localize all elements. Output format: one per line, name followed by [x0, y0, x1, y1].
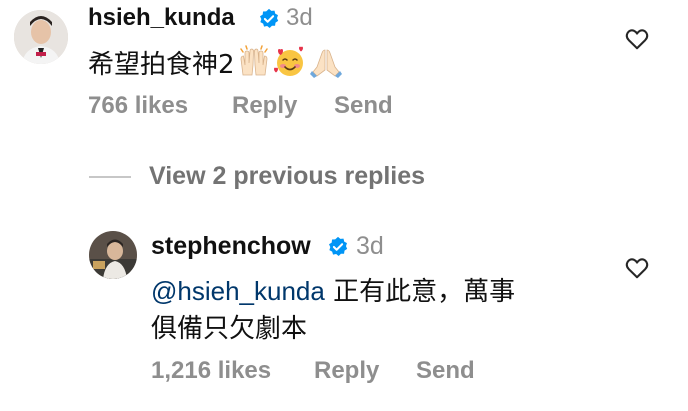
reply-likes-count[interactable]: 1,216 likes	[151, 357, 271, 385]
reply-mention-link[interactable]: @hsieh_kunda	[151, 276, 325, 306]
reply-username[interactable]: stephenchow	[151, 232, 311, 261]
reply-like-heart-icon[interactable]	[624, 255, 650, 281]
reply-text-content: 正有此意，萬事	[324, 277, 516, 307]
comment-text: 希望拍食神2	[88, 44, 343, 81]
view-previous-replies-button[interactable]: View 2 previous replies	[149, 162, 425, 191]
comment-text-content: 希望拍食神2	[88, 50, 235, 80]
comment-reply-button[interactable]: Reply	[232, 92, 297, 120]
raising-hands-emoji-icon	[237, 45, 271, 79]
comment-send-button[interactable]: Send	[334, 92, 393, 120]
avatar-hsieh-kunda[interactable]	[14, 10, 68, 64]
smiling-face-with-hearts-emoji-icon	[273, 45, 307, 79]
reply-text-line-2: 俱備只欠劇本	[151, 314, 308, 344]
reply-reply-button[interactable]: Reply	[314, 357, 379, 385]
comment-username[interactable]: hsieh_kunda	[88, 4, 235, 32]
reply-send-button[interactable]: Send	[416, 357, 475, 385]
view-replies-divider	[89, 176, 131, 178]
reply-timestamp: 3d	[356, 232, 384, 260]
verified-badge-icon	[327, 236, 349, 258]
verified-badge-icon	[258, 8, 280, 30]
comment-like-heart-icon[interactable]	[624, 26, 650, 52]
avatar-stephenchow[interactable]	[89, 231, 137, 279]
reply-text-line-1: @hsieh_kunda 正有此意，萬事	[151, 271, 515, 308]
comment-likes-count[interactable]: 766 likes	[88, 92, 188, 120]
comment-timestamp: 3d	[286, 4, 313, 31]
folded-hands-emoji-icon	[309, 45, 343, 79]
